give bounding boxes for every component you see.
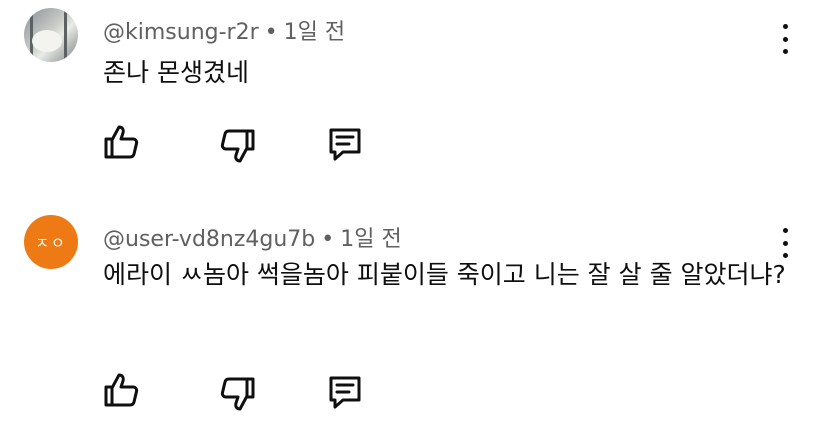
author-handle[interactable]: @kimsung-r2r: [103, 20, 259, 45]
reply-button[interactable]: [325, 372, 365, 412]
reply-icon: [329, 376, 361, 409]
thumb-down-icon: [220, 129, 255, 163]
author-handle[interactable]: @user-vd8nz4gu7b: [103, 227, 315, 252]
comment-meta: @kimsung-r2r • 1일 전: [103, 14, 345, 46]
like-button[interactable]: [101, 122, 141, 162]
thumb-down-icon: [220, 377, 255, 411]
meta-separator: •: [321, 227, 335, 252]
more-vertical-icon[interactable]: [775, 228, 795, 258]
meta-separator: •: [264, 20, 278, 45]
dislike-button[interactable]: [218, 126, 258, 166]
reply-icon: [329, 128, 361, 161]
avatar[interactable]: ㅈㅇ: [24, 215, 78, 269]
comment-meta: @user-vd8nz4gu7b • 1일 전: [103, 221, 402, 253]
reply-button[interactable]: [325, 124, 365, 164]
avatar-initials: ㅈㅇ: [35, 233, 67, 252]
more-vertical-icon[interactable]: [775, 24, 795, 54]
thumb-up-icon: [104, 373, 139, 407]
like-button[interactable]: [101, 370, 141, 410]
comment-text: 에라이 ㅆ놈아 썩을놈아 피붙이들 죽이고 니는 잘 살 줄 알았더냐?: [103, 260, 786, 289]
comment-time[interactable]: 1일 전: [340, 227, 401, 252]
thumb-up-icon: [104, 125, 139, 159]
dislike-button[interactable]: [218, 374, 258, 414]
comment-time[interactable]: 1일 전: [284, 20, 345, 45]
comment-text: 존나 몬생겼네: [103, 58, 249, 87]
avatar[interactable]: [24, 8, 78, 62]
